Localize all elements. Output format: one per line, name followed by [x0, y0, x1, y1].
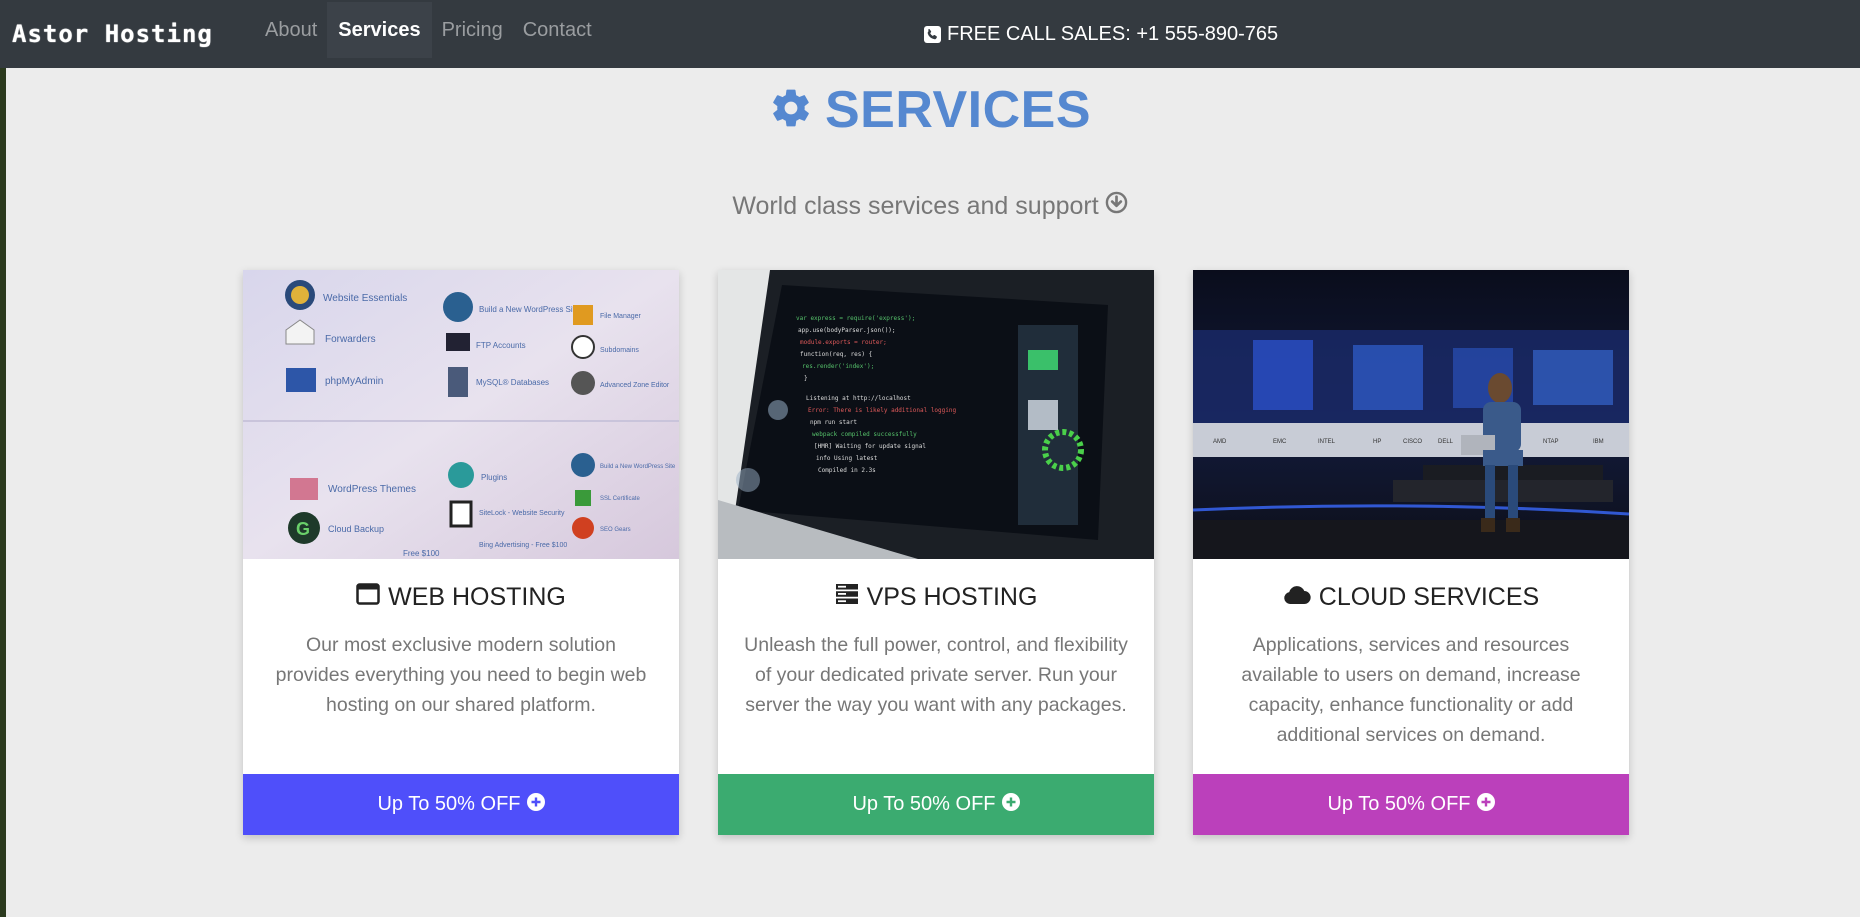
sales-text[interactable]: FREE CALL SALES: +1 555-890-765	[947, 23, 1278, 46]
card-description: Applications, services and resources ava…	[1241, 634, 1581, 746]
svg-text:AMD: AMD	[1213, 439, 1227, 445]
web-hosting-offer-button[interactable]: Up To 50% OFF	[243, 774, 679, 835]
circle-arrow-down-icon[interactable]	[1105, 191, 1128, 221]
nav-link-services[interactable]: Services	[327, 2, 432, 58]
window-icon	[356, 583, 380, 612]
card-title-text: WEB HOSTING	[388, 583, 566, 611]
svg-text:SiteLock - Website Security: SiteLock - Website Security	[479, 510, 565, 517]
page-title: SERVICES	[824, 81, 1092, 139]
svg-text:phpMyAdmin: phpMyAdmin	[325, 376, 383, 387]
offer-button-label: Up To 50% OFF	[1327, 793, 1471, 815]
svg-text:NTAP: NTAP	[1543, 439, 1559, 445]
nav-link-contact[interactable]: Contact	[513, 2, 602, 58]
svg-text:Advanced Zone Editor: Advanced Zone Editor	[600, 382, 670, 389]
plus-circle-icon	[1001, 792, 1020, 817]
service-card-web-hosting: Website Essentials Forwarders phpMyAdmin…	[243, 270, 679, 835]
cloud-icon	[1283, 583, 1311, 612]
service-card-vps-hosting: var express = require('express'); app.us…	[718, 270, 1154, 835]
svg-text:res.render('index');: res.render('index');	[802, 363, 874, 370]
svg-text:app.use(bodyParser.json());: app.use(bodyParser.json());	[798, 327, 896, 334]
section-heading: SERVICES	[0, 80, 1860, 140]
server-icon	[835, 583, 859, 612]
cloud-services-offer-button[interactable]: Up To 50% OFF	[1193, 774, 1629, 835]
nav-links: About Services Pricing Contact	[255, 0, 602, 60]
service-card-cloud-services: AMDEMCINTEL HPCISCODELL VMWNTAPIBM CLOUD…	[1193, 270, 1629, 835]
card-title-cloud-services: CLOUD SERVICES	[1193, 583, 1629, 612]
card-title-web-hosting: WEB HOSTING	[243, 583, 679, 612]
sales-phone: FREE CALL SALES: +1 555-890-765	[924, 23, 1278, 46]
card-title-text: VPS HOSTING	[866, 583, 1038, 611]
card-title-vps-hosting: VPS HOSTING	[718, 583, 1154, 612]
svg-text:Bing Advertising - Free $100: Bing Advertising - Free $100	[479, 542, 567, 549]
svg-text:Error: There is likely additio: Error: There is likely additional loggin…	[808, 407, 956, 414]
svg-text:var express = require('express: var express = require('express');	[796, 315, 915, 322]
svg-text:Build a New WordPress Site: Build a New WordPress Site	[600, 464, 676, 470]
svg-text:DELL: DELL	[1438, 439, 1454, 445]
phone-square-icon	[924, 26, 941, 43]
svg-text:[HMR] Waiting for update signa: [HMR] Waiting for update signal	[814, 443, 926, 450]
laptop-code-photo: var express = require('express'); app.us…	[718, 270, 1154, 559]
svg-text:Compiled in 2.3s: Compiled in 2.3s	[818, 467, 876, 474]
subheading: World class services and support	[0, 191, 1860, 221]
nav-link-about[interactable]: About	[255, 2, 327, 58]
plus-circle-icon	[526, 792, 545, 817]
svg-text:info Using latest: info Using latest	[816, 455, 878, 462]
svg-text:EMC: EMC	[1273, 439, 1287, 445]
plus-circle-icon	[1476, 792, 1495, 817]
svg-text:G: G	[296, 519, 310, 539]
svg-text:Listening at http://localhost: Listening at http://localhost	[806, 395, 911, 402]
svg-text:npm run start: npm run start	[810, 419, 857, 426]
svg-text:HP: HP	[1373, 439, 1381, 445]
brand-logo[interactable]: Astor Hosting	[12, 20, 213, 48]
svg-text:File Manager: File Manager	[600, 313, 642, 320]
gear-icon	[769, 86, 813, 135]
svg-text:IBM: IBM	[1593, 439, 1604, 445]
hosting-control-panel-photo: Website Essentials Forwarders phpMyAdmin…	[243, 270, 679, 559]
datacenter-woman-laptop-photo: AMDEMCINTEL HPCISCODELL VMWNTAPIBM	[1193, 270, 1629, 559]
svg-text:Free $100: Free $100	[403, 549, 440, 558]
svg-text:webpack compiled successfully: webpack compiled successfully	[812, 431, 917, 438]
vps-hosting-offer-button[interactable]: Up To 50% OFF	[718, 774, 1154, 835]
svg-text:WordPress Themes: WordPress Themes	[328, 484, 416, 495]
svg-text:module.exports = router;: module.exports = router;	[800, 339, 887, 346]
svg-text:CISCO: CISCO	[1403, 439, 1422, 445]
svg-text:SSL Certificate: SSL Certificate	[600, 496, 640, 502]
svg-text:MySQL® Databases: MySQL® Databases	[476, 378, 549, 387]
svg-text:Build a New WordPress Site: Build a New WordPress Site	[479, 305, 580, 314]
svg-text:Forwarders: Forwarders	[325, 334, 376, 345]
svg-text:Cloud Backup: Cloud Backup	[328, 524, 384, 534]
subheading-text: World class services and support	[732, 191, 1099, 220]
svg-text:SEO Gears: SEO Gears	[600, 527, 631, 533]
card-description: Unleash the full power, control, and fle…	[744, 634, 1128, 716]
svg-text:function(req, res) {: function(req, res) {	[800, 351, 872, 358]
card-description: Our most exclusive modern solution provi…	[275, 634, 647, 716]
svg-text:Website Essentials: Website Essentials	[323, 293, 407, 304]
svg-text:Subdomains: Subdomains	[600, 347, 639, 354]
svg-text:}: }	[804, 375, 808, 382]
top-navbar: Astor Hosting About Services Pricing Con…	[0, 0, 1860, 68]
offer-button-label: Up To 50% OFF	[852, 793, 996, 815]
svg-text:FTP Accounts: FTP Accounts	[476, 341, 526, 350]
offer-button-label: Up To 50% OFF	[377, 793, 521, 815]
nav-link-pricing[interactable]: Pricing	[432, 2, 513, 58]
svg-text:Plugins: Plugins	[481, 473, 507, 482]
card-title-text: CLOUD SERVICES	[1318, 583, 1540, 611]
svg-text:INTEL: INTEL	[1318, 439, 1336, 445]
